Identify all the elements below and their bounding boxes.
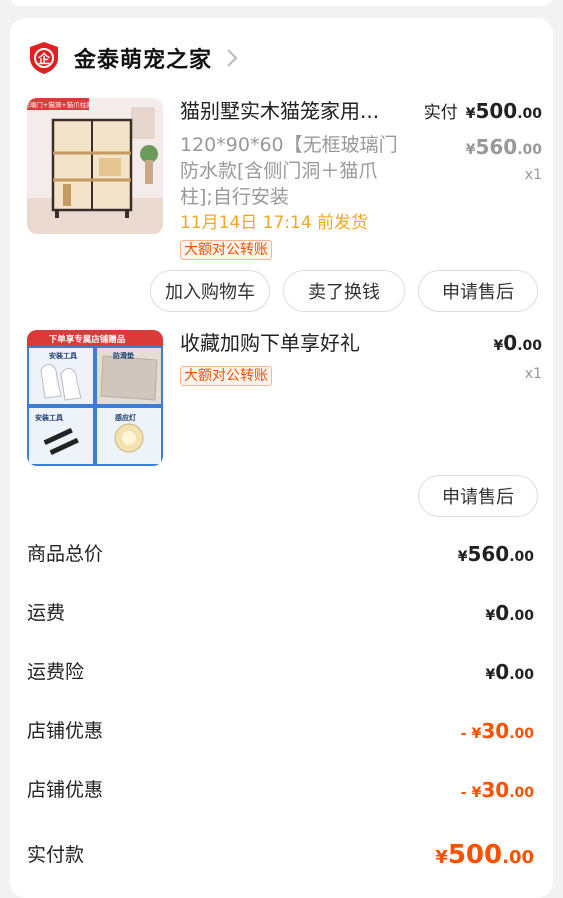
summary-row-shop-discount[interactable]: 店铺优惠 - ¥30.00 <box>27 775 534 805</box>
item-title[interactable]: 猫别墅实木猫笼家用... <box>180 98 379 124</box>
summary-row-shipping-insurance: 运费险 ¥0.00 <box>27 657 534 687</box>
resell-button[interactable]: 卖了换钱 <box>283 270 405 312</box>
cat-villa-illustration: 玻璃门+猫洞+猫爪柱款 <box>27 98 163 234</box>
apply-after-sales-button[interactable]: 申请售后 <box>418 475 538 517</box>
item-price-column: ¥0.00 x1 <box>494 330 542 382</box>
gift-pack-illustration: 下单享专属店铺赠品 安装工具 防滑垫 安装工具 感应灯 <box>27 330 163 466</box>
svg-text:安装工具: 安装工具 <box>35 413 63 422</box>
quantity: x1 <box>524 366 542 382</box>
summary-value-total: ¥500.00 <box>435 840 534 870</box>
order-card: 企 金泰萌宠之家 玻璃门+猫洞+猫爪柱款 猫别墅实木猫笼家用... 120*90… <box>10 18 553 898</box>
item-title[interactable]: 收藏加购下单享好礼 <box>180 330 360 356</box>
quantity: x1 <box>524 167 542 183</box>
payment-tag: 大额对公转账 <box>180 366 272 386</box>
summary-value: ¥560.00 <box>457 542 534 566</box>
product-image-gift-pack[interactable]: 下单享专属店铺赠品 安装工具 防滑垫 安装工具 感应灯 <box>27 330 163 466</box>
summary-row-shop-discount[interactable]: 店铺优惠 - ¥30.00 <box>27 716 534 746</box>
shop-name[interactable]: 金泰萌宠之家 <box>74 42 212 74</box>
ship-time: 11月14日 17:14 前发货 <box>180 213 369 233</box>
svg-text:防滑垫: 防滑垫 <box>113 351 134 360</box>
summary-row-shipping: 运费 ¥0.00 <box>27 598 534 628</box>
chevron-right-icon[interactable] <box>226 48 238 68</box>
shop-header[interactable]: 企 金泰萌宠之家 <box>28 40 238 76</box>
summary-row-goods-total: 商品总价 ¥560.00 <box>27 539 534 569</box>
item-spec: 120*90*60【无框玻璃门防水款[含侧门洞＋猫爪柱];自行安装 <box>180 134 398 208</box>
payment-tag: 大额对公转账 <box>180 240 272 260</box>
svg-text:玻璃门+猫洞+猫爪柱款: 玻璃门+猫洞+猫爪柱款 <box>27 100 93 109</box>
svg-text:感应灯: 感应灯 <box>115 413 136 422</box>
shop-shield-logo-icon: 企 <box>30 42 58 74</box>
paid-price: ¥0.00 <box>493 331 542 355</box>
item-price-column: 实付 ¥500.00 ¥560.00 x1 <box>424 98 542 183</box>
svg-text:下单享专属店铺赠品: 下单享专属店铺赠品 <box>49 334 126 345</box>
order-item-2[interactable]: 下单享专属店铺赠品 安装工具 防滑垫 安装工具 感应灯 收藏加购下单享好礼 大额… <box>27 330 542 470</box>
original-price: ¥560.00 <box>465 135 542 159</box>
apply-after-sales-button[interactable]: 申请售后 <box>418 270 538 312</box>
summary-value: - ¥30.00 <box>460 778 534 802</box>
add-to-cart-button[interactable]: 加入购物车 <box>150 270 270 312</box>
summary-value: ¥0.00 <box>485 601 534 625</box>
summary-row-amount-paid: 实付款 ¥500.00 <box>27 840 534 876</box>
summary-value: ¥0.00 <box>485 660 534 684</box>
paid-label: 实付 <box>423 103 458 123</box>
summary-value: - ¥30.00 <box>460 719 534 743</box>
svg-text:企: 企 <box>37 51 51 66</box>
paid-price: 实付 ¥500.00 <box>423 99 542 123</box>
previous-card-edge <box>10 0 553 6</box>
product-image-cat-villa[interactable]: 玻璃门+猫洞+猫爪柱款 <box>27 98 163 234</box>
svg-text:安装工具: 安装工具 <box>49 351 77 360</box>
